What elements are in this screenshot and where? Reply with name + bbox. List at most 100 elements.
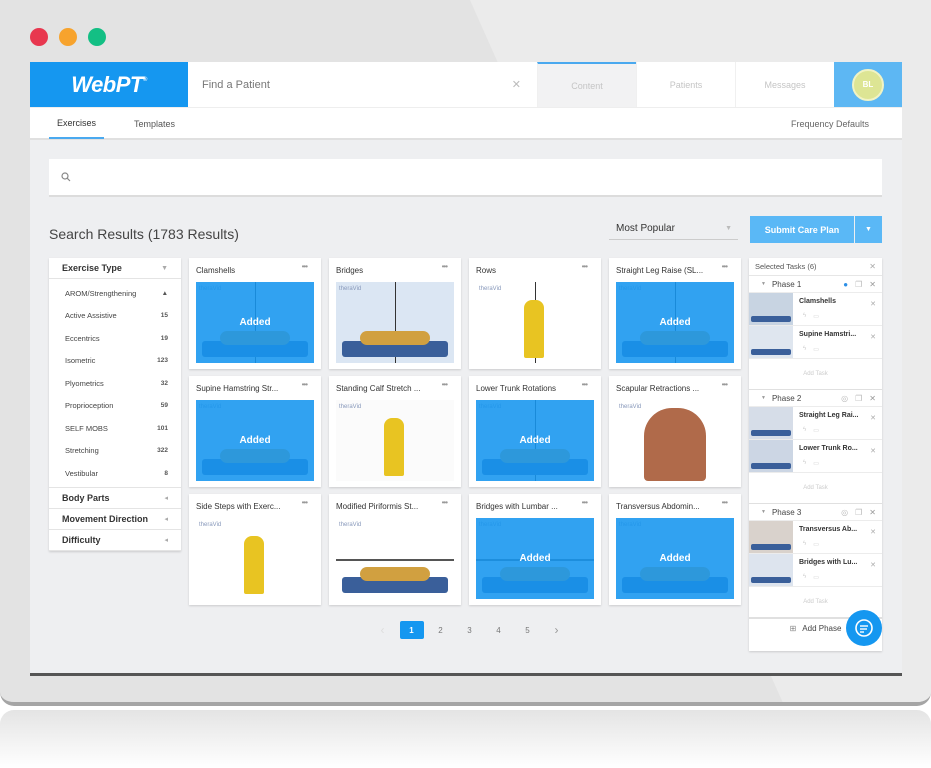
more-options-icon[interactable]: ••• bbox=[722, 262, 728, 271]
page-button[interactable]: 1 bbox=[399, 621, 424, 639]
caret-down-icon[interactable]: ▼ bbox=[761, 281, 766, 287]
filter-option[interactable]: Active Assistive 15 bbox=[49, 305, 181, 328]
bolt-icon[interactable]: ϟ bbox=[803, 541, 806, 548]
filter-option[interactable]: Eccentrics 19 bbox=[49, 327, 181, 350]
more-options-icon[interactable]: ••• bbox=[302, 380, 308, 389]
more-options-icon[interactable]: ••• bbox=[442, 498, 448, 507]
exercise-card[interactable]: Modified Piriformis St... ••• theraVid bbox=[329, 494, 461, 605]
exercise-thumbnail[interactable]: theraVidAdded bbox=[196, 400, 314, 481]
exercise-thumbnail[interactable]: theraVid bbox=[336, 400, 454, 481]
more-options-icon[interactable]: ••• bbox=[582, 380, 588, 389]
chat-button[interactable] bbox=[846, 610, 882, 646]
more-options-icon[interactable]: ••• bbox=[582, 262, 588, 271]
remove-task-icon[interactable]: ✕ bbox=[870, 414, 876, 422]
exercise-card[interactable]: Scapular Retractions ... ••• theraVid bbox=[609, 376, 741, 487]
filter-option[interactable]: Plyometrics 32 bbox=[49, 372, 181, 395]
remove-task-icon[interactable]: ✕ bbox=[870, 561, 876, 569]
close-icon[interactable]: ✕ bbox=[869, 262, 876, 271]
task-item[interactable]: Bridges with Lu... ϟ ▭ ✕ bbox=[749, 554, 882, 587]
page-button[interactable]: 4 bbox=[487, 621, 511, 639]
nav-content[interactable]: Content bbox=[537, 62, 636, 107]
filter-option[interactable]: Proprioception 59 bbox=[49, 395, 181, 418]
remove-task-icon[interactable]: ✕ bbox=[870, 447, 876, 455]
more-options-icon[interactable]: ••• bbox=[442, 380, 448, 389]
more-options-icon[interactable]: ••• bbox=[442, 262, 448, 271]
nav-messages[interactable]: Messages bbox=[735, 62, 834, 107]
close-icon[interactable]: ✕ bbox=[869, 280, 876, 289]
exercise-card[interactable]: Side Steps with Exerc... ••• theraVid bbox=[189, 494, 321, 605]
exercise-card[interactable]: Clamshells ••• theraVidAdded bbox=[189, 258, 321, 369]
tab-templates[interactable]: Templates bbox=[134, 108, 175, 139]
clear-icon[interactable]: ✕ bbox=[512, 78, 521, 91]
task-item[interactable]: Transversus Ab... ϟ ▭ ✕ bbox=[749, 521, 882, 554]
more-options-icon[interactable]: ••• bbox=[582, 498, 588, 507]
exercise-card[interactable]: Bridges ••• theraVid bbox=[329, 258, 461, 369]
caret-down-icon[interactable]: ▼ bbox=[761, 509, 766, 515]
bolt-icon[interactable]: ϟ bbox=[803, 460, 806, 467]
phase-header[interactable]: ▼ Phase 1 ● ❐ ✕ bbox=[749, 276, 882, 293]
exercise-thumbnail[interactable]: theraVidAdded bbox=[476, 518, 594, 599]
prev-page-button[interactable]: ‹ bbox=[371, 621, 395, 639]
frequency-defaults-link[interactable]: Frequency Defaults bbox=[791, 108, 869, 139]
filter-movement-direction[interactable]: Movement Direction ◂ bbox=[49, 509, 181, 530]
check-icon[interactable]: ◎ bbox=[841, 394, 848, 403]
exercise-search-input[interactable] bbox=[49, 159, 882, 197]
exercise-card[interactable]: Rows ••• theraVid bbox=[469, 258, 601, 369]
caret-down-icon[interactable]: ▼ bbox=[761, 395, 766, 401]
exercise-card[interactable]: Straight Leg Raise (SL... ••• theraVidAdde… bbox=[609, 258, 741, 369]
filter-option[interactable]: Vestibular 8 bbox=[49, 462, 181, 485]
exercise-card[interactable]: Transversus Abdomin... ••• theraVidAdded bbox=[609, 494, 741, 605]
page-button[interactable]: 3 bbox=[458, 621, 482, 639]
more-options-icon[interactable]: ••• bbox=[722, 380, 728, 389]
close-dot[interactable] bbox=[30, 28, 48, 46]
tab-exercises[interactable]: Exercises bbox=[49, 108, 105, 139]
exercise-thumbnail[interactable]: theraVid bbox=[476, 282, 594, 363]
close-icon[interactable]: ✕ bbox=[869, 508, 876, 517]
remove-task-icon[interactable]: ✕ bbox=[870, 300, 876, 308]
task-item[interactable]: Clamshells ϟ ▭ ✕ bbox=[749, 293, 882, 326]
task-item[interactable]: Supine Hamstri... ϟ ▭ ✕ bbox=[749, 326, 882, 359]
exercise-thumbnail[interactable]: theraVid bbox=[336, 518, 454, 599]
exercise-thumbnail[interactable]: theraVidAdded bbox=[476, 400, 594, 481]
submit-care-plan-button[interactable]: Submit Care Plan bbox=[750, 216, 854, 243]
exercise-card[interactable]: Lower Trunk Rotations ••• theraVidAdded bbox=[469, 376, 601, 487]
filter-difficulty[interactable]: Difficulty ◂ bbox=[49, 530, 181, 551]
sort-select[interactable]: Most Popular ▼ bbox=[609, 218, 738, 240]
nav-patients[interactable]: Patients bbox=[636, 62, 735, 107]
bolt-icon[interactable]: ϟ bbox=[803, 313, 806, 320]
exercise-thumbnail[interactable]: theraVid bbox=[336, 282, 454, 363]
maximize-dot[interactable] bbox=[88, 28, 106, 46]
task-item[interactable]: Lower Trunk Ro... ϟ ▭ ✕ bbox=[749, 440, 882, 473]
folder-icon[interactable]: ▭ bbox=[813, 346, 819, 353]
filter-option[interactable]: AROM/Strengthening ▲ bbox=[49, 282, 181, 305]
copy-icon[interactable]: ❐ bbox=[855, 394, 862, 403]
exercise-thumbnail[interactable]: theraVidAdded bbox=[616, 518, 734, 599]
avatar[interactable]: BL bbox=[852, 68, 884, 101]
exercise-card[interactable]: Bridges with Lumbar ... ••• theraVidAdded bbox=[469, 494, 601, 605]
bolt-icon[interactable]: ϟ bbox=[803, 427, 806, 434]
exercise-thumbnail[interactable]: theraVidAdded bbox=[196, 282, 314, 363]
exercise-card[interactable]: Standing Calf Stretch ... ••• theraVid bbox=[329, 376, 461, 487]
webpt-logo[interactable]: WebPT ® bbox=[30, 62, 188, 107]
next-page-button[interactable]: › bbox=[545, 621, 569, 639]
submit-dropdown-button[interactable]: ▼ bbox=[855, 216, 882, 243]
page-button[interactable]: 5 bbox=[516, 621, 540, 639]
filter-body-parts[interactable]: Body Parts ◂ bbox=[49, 488, 181, 509]
copy-icon[interactable]: ❐ bbox=[855, 280, 862, 289]
bolt-icon[interactable]: ϟ bbox=[803, 346, 806, 353]
exercise-card[interactable]: Supine Hamstring Str... ••• theraVidAdded bbox=[189, 376, 321, 487]
phase-header[interactable]: ▼ Phase 2 ◎ ❐ ✕ bbox=[749, 390, 882, 407]
page-button[interactable]: 2 bbox=[429, 621, 453, 639]
add-task-button[interactable]: Add Task bbox=[749, 473, 882, 504]
folder-icon[interactable]: ▭ bbox=[813, 460, 819, 467]
phase-header[interactable]: ▼ Phase 3 ◎ ❐ ✕ bbox=[749, 504, 882, 521]
add-task-button[interactable]: Add Task bbox=[749, 359, 882, 390]
more-options-icon[interactable]: ••• bbox=[302, 498, 308, 507]
remove-task-icon[interactable]: ✕ bbox=[870, 333, 876, 341]
more-options-icon[interactable]: ••• bbox=[302, 262, 308, 271]
filter-option[interactable]: Isometric 123 bbox=[49, 350, 181, 373]
check-icon[interactable]: ● bbox=[843, 280, 848, 289]
copy-icon[interactable]: ❐ bbox=[855, 508, 862, 517]
exercise-thumbnail[interactable]: theraVidAdded bbox=[616, 282, 734, 363]
folder-icon[interactable]: ▭ bbox=[813, 574, 819, 581]
